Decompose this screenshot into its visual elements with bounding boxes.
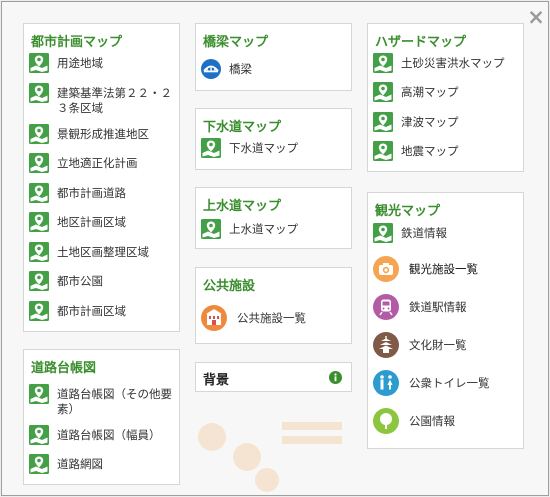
map-layer-icon <box>373 53 393 73</box>
public-facility-icon <box>201 305 227 331</box>
layer-item-label: 地震マップ <box>401 144 459 158</box>
layer-item-label: 地区計画区域 <box>57 215 126 229</box>
haikei-panel[interactable]: 背景 <box>195 362 352 392</box>
map-layer-icon <box>373 112 393 132</box>
map-layer-icon <box>29 124 49 144</box>
map-layer-icon <box>373 141 393 161</box>
close-button[interactable]: × <box>526 6 546 28</box>
map-layer-icon <box>29 301 49 321</box>
jousuidou-panel: 上水道マップ 上水道マップ <box>195 187 352 249</box>
koukyou-shisetsu-panel: 公共施設 公共施設一覧 <box>195 267 352 344</box>
layer-item-label: 立地適正化計画 <box>57 156 138 170</box>
map-layer-icon <box>29 53 49 73</box>
layer-item-label: 道路台帳図（幅員） <box>57 428 161 442</box>
map-layer-icon <box>29 153 49 173</box>
hazard-panel: ハザードマップ 土砂災害洪水マップ 高潮マップ 津波マップ 地震マップ <box>367 23 524 172</box>
hazard-title: ハザードマップ <box>375 35 467 50</box>
layer-item-label: 文化財一覧 <box>409 338 467 352</box>
bridge-icon <box>201 59 221 79</box>
map-layer-icon <box>373 223 393 243</box>
kyouryou-title: 橋梁マップ <box>203 35 269 50</box>
kankou-panel: 観光マップ 鉄道情報 観光施設一覧 鉄道駅情報 文化財一覧 公衆トイレ一覧 公園… <box>367 192 524 449</box>
layer-item-label: 鉄道情報 <box>401 226 447 240</box>
gesuidou-panel: 下水道マップ 下水道マップ <box>195 108 352 170</box>
layer-item-label: 高潮マップ <box>401 85 459 99</box>
layer-item-label: 土地区画整理区域 <box>57 245 149 259</box>
layer-item-label: 観光施設一覧 <box>409 262 478 276</box>
toshi-keikaku-panel: 都市計画マップ 用途地域 建築基準法第２２・２３条区域 景観形成推進地区 立地適… <box>23 23 180 332</box>
layer-item-label: 都市計画区域 <box>57 304 126 318</box>
douro-daichou-title: 道路台帳図 <box>31 361 97 376</box>
layer-item-label: 橋梁 <box>229 62 252 76</box>
layer-item-label: 道路台帳図（その他要素） <box>57 387 172 416</box>
map-layer-icon <box>29 384 49 404</box>
map-layer-icon <box>29 271 49 291</box>
layer-item-label: 鉄道駅情報 <box>409 300 467 314</box>
map-layer-icon <box>201 138 221 158</box>
layer-menu-dialog: × 都市計画マップ 用途地域 建築基準法第２２・２３条区域 景観形成推進地区 立… <box>1 1 549 496</box>
map-layer-icon <box>373 82 393 102</box>
map-layer-icon <box>29 212 49 232</box>
layer-item-label: 津波マップ <box>401 115 459 129</box>
map-layer-icon <box>201 219 221 239</box>
toshi-keikaku-title: 都市計画マップ <box>31 35 123 50</box>
layer-item-label: 下水道マップ <box>229 141 298 155</box>
restroom-icon <box>373 370 399 396</box>
train-icon <box>373 294 399 320</box>
layer-item-label: 用途地域 <box>57 56 103 70</box>
douro-daichou-panel: 道路台帳図 道路台帳図（その他要素） 道路台帳図（幅員） 道路網図 <box>23 349 180 485</box>
layer-item-label: 都市公園 <box>57 274 103 288</box>
map-layer-icon <box>29 425 49 445</box>
kankou-title: 観光マップ <box>375 204 441 219</box>
layer-item-label: 道路網図 <box>57 457 103 471</box>
layer-item-label: 公共施設一覧 <box>237 311 306 325</box>
koukyou-shisetsu-title: 公共施設 <box>203 279 256 294</box>
layer-item-label: 上水道マップ <box>229 222 298 236</box>
layer-item-label: 土砂災害洪水マップ <box>401 56 505 70</box>
layer-item-label: 公園情報 <box>409 414 455 428</box>
map-layer-icon <box>29 242 49 262</box>
map-layer-icon <box>29 83 49 103</box>
layer-item-label: 景観形成推進地区 <box>57 127 149 141</box>
layer-item-label: 建築基準法第２２・２３条区域 <box>57 86 172 115</box>
background-map-watermark <box>198 422 342 492</box>
layer-item-label: 都市計画道路 <box>57 186 126 200</box>
pagoda-icon <box>373 332 399 358</box>
haikei-title: 背景 <box>203 373 230 388</box>
info-icon[interactable] <box>329 371 342 384</box>
gesuidou-title: 下水道マップ <box>203 120 282 135</box>
tree-icon <box>373 408 399 434</box>
layer-item-label: 公衆トイレ一覧 <box>409 376 490 390</box>
map-layer-icon <box>29 454 49 474</box>
camera-icon <box>373 256 399 282</box>
jousuidou-title: 上水道マップ <box>203 199 282 214</box>
map-layer-icon <box>29 183 49 203</box>
kyouryou-panel: 橋梁マップ 橋梁 <box>195 23 352 91</box>
